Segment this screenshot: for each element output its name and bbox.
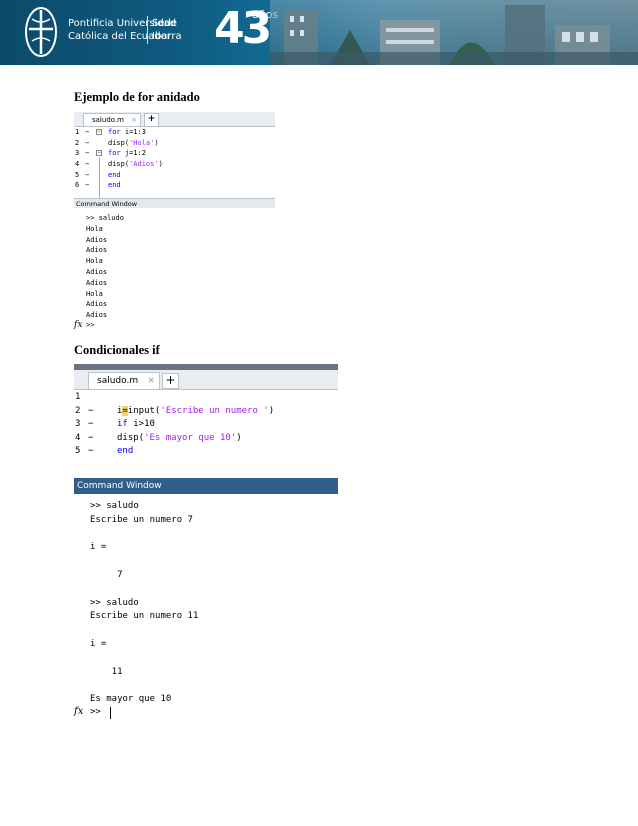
command-prompt[interactable]: >> <box>90 707 101 717</box>
code-line: 1 <box>75 392 81 402</box>
close-tab-icon[interactable]: × <box>147 373 155 389</box>
code-line: 1 − − for i=1:3 <box>75 128 146 136</box>
code-line: 3 − − for j=1:2 <box>75 149 146 158</box>
code-line: 2 − disp('Hola') <box>75 138 159 147</box>
university-crest-icon <box>25 7 57 57</box>
code-line: 4 − disp('Es mayor que 10') <box>75 432 242 443</box>
input-caret <box>110 707 111 719</box>
editor-tab-bar: saludo.m × + <box>74 370 338 390</box>
editor-tab-saludo[interactable]: saludo.m × <box>83 113 141 126</box>
section-heading-if: Condicionales if <box>74 343 160 357</box>
command-window-title: Command Window <box>74 478 338 494</box>
code-line: 3 − if i>10 <box>75 419 155 430</box>
code-line: 2 − i=input('Escribe un numero ') <box>75 405 275 416</box>
close-tab-icon[interactable]: × <box>131 114 137 126</box>
editor-tab-bar: saludo.m × + <box>74 112 275 127</box>
code-editor[interactable]: 1 − − for i=1:3 2 − disp('Hola') 3 − − f… <box>74 127 275 203</box>
section-heading-nested-for: Ejemplo de for anidado <box>74 90 200 104</box>
function-browser-icon[interactable]: fx <box>74 320 82 330</box>
code-line: 6 − end <box>75 181 121 190</box>
function-browser-icon[interactable]: fx <box>74 706 83 717</box>
fold-toggle-icon[interactable]: − <box>96 150 102 157</box>
command-window-output: >> saludo Hola Adios Adios Hola Adios Ad… <box>86 214 124 320</box>
code-editor[interactable]: 1 2 − i=input('Escribe un numero ') 3 − … <box>74 391 338 459</box>
add-tab-button[interactable]: + <box>144 113 159 127</box>
code-line: 5 − end <box>75 446 134 457</box>
code-line: 5 − end <box>75 170 121 179</box>
command-window-output: >> saludo Escribe un numero 7 i = 7 >> s… <box>90 501 199 705</box>
code-line: 4 − disp('Adios') <box>75 160 163 169</box>
campus-name: Sede Ibarra <box>152 18 182 42</box>
matlab-screenshot-nested-for: saludo.m × + 1 − − for i=1:3 2 − disp('H… <box>74 112 275 334</box>
editor-tab-saludo[interactable]: saludo.m × <box>88 372 160 389</box>
add-tab-button[interactable]: + <box>162 373 179 389</box>
campus-photo-icon <box>270 0 638 65</box>
fold-toggle-icon[interactable]: − <box>96 129 102 135</box>
matlab-screenshot-if: saludo.m × + 1 2 − i=input('Escribe un n… <box>74 364 338 724</box>
header-banner: Pontificia Universidad Católica del Ecua… <box>0 0 638 65</box>
command-window-title: Command Window <box>74 198 275 208</box>
header-divider <box>147 16 148 44</box>
command-prompt[interactable]: >> <box>86 321 94 329</box>
